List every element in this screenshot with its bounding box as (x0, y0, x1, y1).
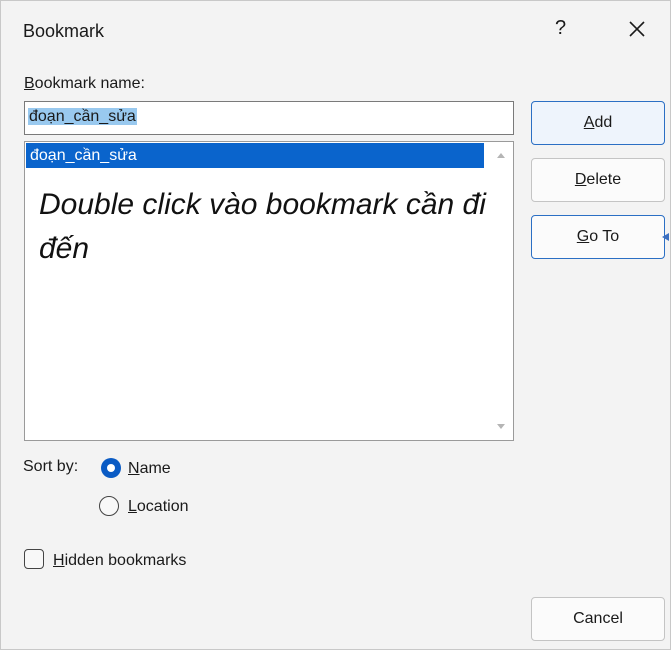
bookmark-dialog: Bookmark ? Bookmark name: đoạn_cần_sửa đ… (0, 0, 671, 650)
sort-by-label: Sort by: (23, 458, 79, 475)
bookmark-name-label: Bookmark name: (24, 75, 145, 92)
sort-location-radio[interactable] (99, 496, 119, 516)
list-item[interactable]: đoạn_cần_sửa (26, 143, 484, 168)
sort-name-label[interactable]: Name (128, 460, 171, 478)
scroll-up-icon[interactable] (497, 153, 505, 158)
sort-name-radio[interactable] (101, 458, 121, 478)
dialog-title: Bookmark (23, 21, 105, 41)
close-icon[interactable] (621, 13, 653, 45)
scroll-down-icon[interactable] (497, 424, 505, 429)
list-scrollbar[interactable] (490, 143, 512, 439)
annotation-text: Double click vào bookmark cần đi đến (39, 188, 486, 265)
title-bar: Bookmark ? (1, 1, 670, 63)
goto-button[interactable]: Go To (531, 215, 665, 259)
bookmark-name-input[interactable]: đoạn_cần_sửa (24, 101, 514, 135)
hidden-bookmarks-label[interactable]: Hidden bookmarks (53, 552, 186, 570)
add-button[interactable]: Add (531, 101, 665, 145)
hidden-bookmarks-checkbox[interactable] (24, 549, 44, 569)
bookmark-name-value: đoạn_cần_sửa (28, 108, 137, 125)
cancel-button[interactable]: Cancel (531, 597, 665, 641)
pointer-arrow-icon (662, 233, 669, 241)
help-icon[interactable]: ? (555, 17, 566, 40)
sort-location-label[interactable]: Location (128, 498, 189, 516)
delete-button[interactable]: Delete (531, 158, 665, 202)
